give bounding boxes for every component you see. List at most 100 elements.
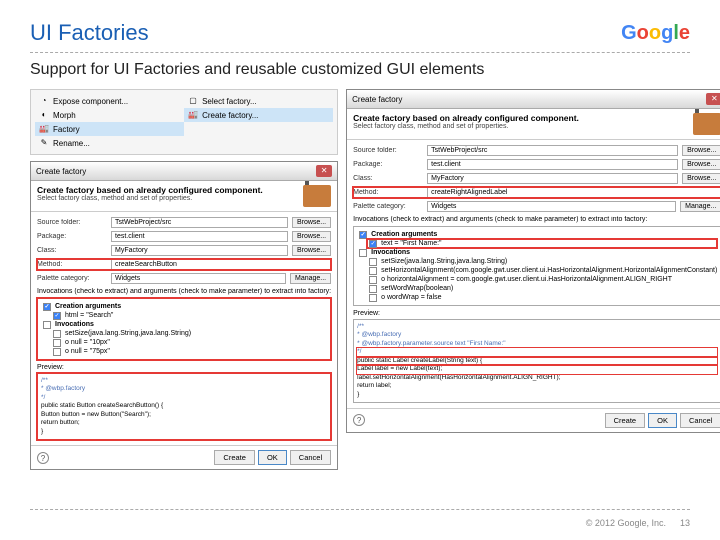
browse-button[interactable]: Browse... xyxy=(682,159,720,170)
checkbox-icon[interactable] xyxy=(369,258,377,266)
method-input[interactable]: createSearchButton xyxy=(111,259,331,270)
ok-button[interactable]: OK xyxy=(258,450,287,465)
package-label: Package: xyxy=(37,233,107,240)
checkbox-icon[interactable] xyxy=(53,330,61,338)
menu-icon: ▢ xyxy=(188,96,198,106)
invocations-label: Invocations (check to extract) and argum… xyxy=(353,216,720,223)
factory-icon xyxy=(303,185,331,207)
checkbox-icon[interactable] xyxy=(53,339,61,347)
invocations-tree[interactable]: ✓Creation arguments✓text = "First Name:"… xyxy=(353,226,720,306)
manage-button[interactable]: Manage... xyxy=(290,273,331,284)
tree-group[interactable]: ✓Creation arguments xyxy=(41,302,327,311)
page-number: 13 xyxy=(680,518,690,528)
palette-input[interactable]: Widgets xyxy=(427,201,676,212)
menu-icon: ✎ xyxy=(39,138,49,148)
copyright: © 2012 Google, Inc. xyxy=(586,518,666,528)
menu-icon: ◐ xyxy=(39,110,49,120)
tree-group[interactable]: ✓Creation arguments xyxy=(357,230,717,239)
tree-item[interactable]: ✓text = "First Name:" xyxy=(367,239,717,248)
checkbox-icon[interactable] xyxy=(369,294,377,302)
tree-item[interactable]: ✓html = "Search" xyxy=(51,311,327,320)
create-factory-dialog-left: Create factory ✕ Create factory based on… xyxy=(30,161,338,470)
menu-item[interactable]: 🏭Factory xyxy=(35,122,184,136)
dialog-title: Create factory xyxy=(36,167,86,176)
palette-label: Palette category: xyxy=(37,275,107,282)
manage-button[interactable]: Manage... xyxy=(680,201,720,212)
tree-item[interactable]: setSize(java.lang.String,java.lang.Strin… xyxy=(51,329,327,338)
tree-group[interactable]: Invocations xyxy=(41,320,327,329)
menu-item[interactable]: ▢Select factory... xyxy=(184,94,333,108)
invocations-tree[interactable]: ✓Creation arguments✓html = "Search"Invoc… xyxy=(37,298,331,360)
close-icon[interactable]: ✕ xyxy=(316,165,332,177)
method-label: Method: xyxy=(37,261,107,268)
palette-label: Palette category: xyxy=(353,203,423,210)
tree-item[interactable]: o null = "10px" xyxy=(51,338,327,347)
checkbox-icon[interactable] xyxy=(43,321,51,329)
menu-item[interactable]: ✎Rename... xyxy=(35,136,184,150)
ok-button[interactable]: OK xyxy=(648,413,677,428)
help-icon[interactable]: ? xyxy=(37,452,49,464)
google-logo: Google xyxy=(621,22,690,45)
cancel-button[interactable]: Cancel xyxy=(290,450,331,465)
tree-item[interactable]: o wordWrap = false xyxy=(367,293,717,302)
create-button[interactable]: Create xyxy=(605,413,646,428)
tree-item[interactable]: setWordWrap(boolean) xyxy=(367,284,717,293)
method-input[interactable]: createRightAlignedLabel xyxy=(427,187,720,198)
browse-button[interactable]: Browse... xyxy=(292,245,331,256)
class-label: Class: xyxy=(37,247,107,254)
tree-item[interactable]: setHorizontalAlignment(com.google.gwt.us… xyxy=(367,266,717,275)
create-button[interactable]: Create xyxy=(214,450,255,465)
dialog-header-title: Create factory based on already configur… xyxy=(353,113,579,123)
dialog-header-title: Create factory based on already configur… xyxy=(37,185,263,195)
page-title: UI Factories xyxy=(30,20,149,46)
preview-code: /** * @wbp.factory */public static Butto… xyxy=(37,373,331,440)
class-input[interactable]: MyFactory xyxy=(427,173,678,184)
palette-input[interactable]: Widgets xyxy=(111,273,286,284)
browse-button[interactable]: Browse... xyxy=(292,217,331,228)
browse-button[interactable]: Browse... xyxy=(292,231,331,242)
browse-button[interactable]: Browse... xyxy=(682,145,720,156)
close-icon[interactable]: ✕ xyxy=(706,93,720,105)
factory-icon xyxy=(693,113,720,135)
menu-item[interactable]: ◔Expose component... xyxy=(35,94,184,108)
divider xyxy=(30,509,690,510)
invocations-label: Invocations (check to extract) and argum… xyxy=(37,288,331,295)
subtitle: Support for UI Factories and reusable cu… xyxy=(30,61,690,79)
checkbox-icon[interactable] xyxy=(369,285,377,293)
package-input[interactable]: test.client xyxy=(111,231,288,242)
checkbox-icon[interactable]: ✓ xyxy=(53,312,61,320)
checkbox-icon[interactable]: ✓ xyxy=(43,303,51,311)
package-label: Package: xyxy=(353,161,423,168)
package-input[interactable]: test.client xyxy=(427,159,678,170)
checkbox-icon[interactable]: ✓ xyxy=(369,240,377,248)
create-factory-dialog-right: Create factory ✕ Create factory based on… xyxy=(346,89,720,433)
menu-item[interactable]: ◐Morph xyxy=(35,108,184,122)
menu-item[interactable]: 🏭Create factory... xyxy=(184,108,333,122)
source-input[interactable]: TstWebProject/src xyxy=(111,217,288,228)
help-icon[interactable]: ? xyxy=(353,414,365,426)
dialog-header-sub: Select factory class, method and set of … xyxy=(37,195,263,202)
preview-code: /** * @wbp.factory * @wbp.factory.parame… xyxy=(353,319,720,403)
checkbox-icon[interactable] xyxy=(369,267,377,275)
checkbox-icon[interactable] xyxy=(359,249,367,257)
dialog-title: Create factory xyxy=(352,95,402,104)
source-label: Source folder: xyxy=(37,219,107,226)
checkbox-icon[interactable] xyxy=(53,348,61,356)
tree-item[interactable]: o horizontalAlignment = com.google.gwt.u… xyxy=(367,275,717,284)
cancel-button[interactable]: Cancel xyxy=(680,413,720,428)
checkbox-icon[interactable]: ✓ xyxy=(359,231,367,239)
menu-icon: ◔ xyxy=(39,96,49,106)
source-input[interactable]: TstWebProject/src xyxy=(427,145,678,156)
class-input[interactable]: MyFactory xyxy=(111,245,288,256)
browse-button[interactable]: Browse... xyxy=(682,173,720,184)
class-label: Class: xyxy=(353,175,423,182)
menu-icon: 🏭 xyxy=(39,124,49,134)
checkbox-icon[interactable] xyxy=(369,276,377,284)
tree-item[interactable]: o null = "75px" xyxy=(51,347,327,356)
preview-label: Preview: xyxy=(37,364,331,371)
preview-label: Preview: xyxy=(353,310,720,317)
tree-item[interactable]: setSize(java.lang.String,java.lang.Strin… xyxy=(367,257,717,266)
menu-icon: 🏭 xyxy=(188,110,198,120)
tree-group[interactable]: Invocations xyxy=(357,248,717,257)
method-label: Method: xyxy=(353,189,423,196)
